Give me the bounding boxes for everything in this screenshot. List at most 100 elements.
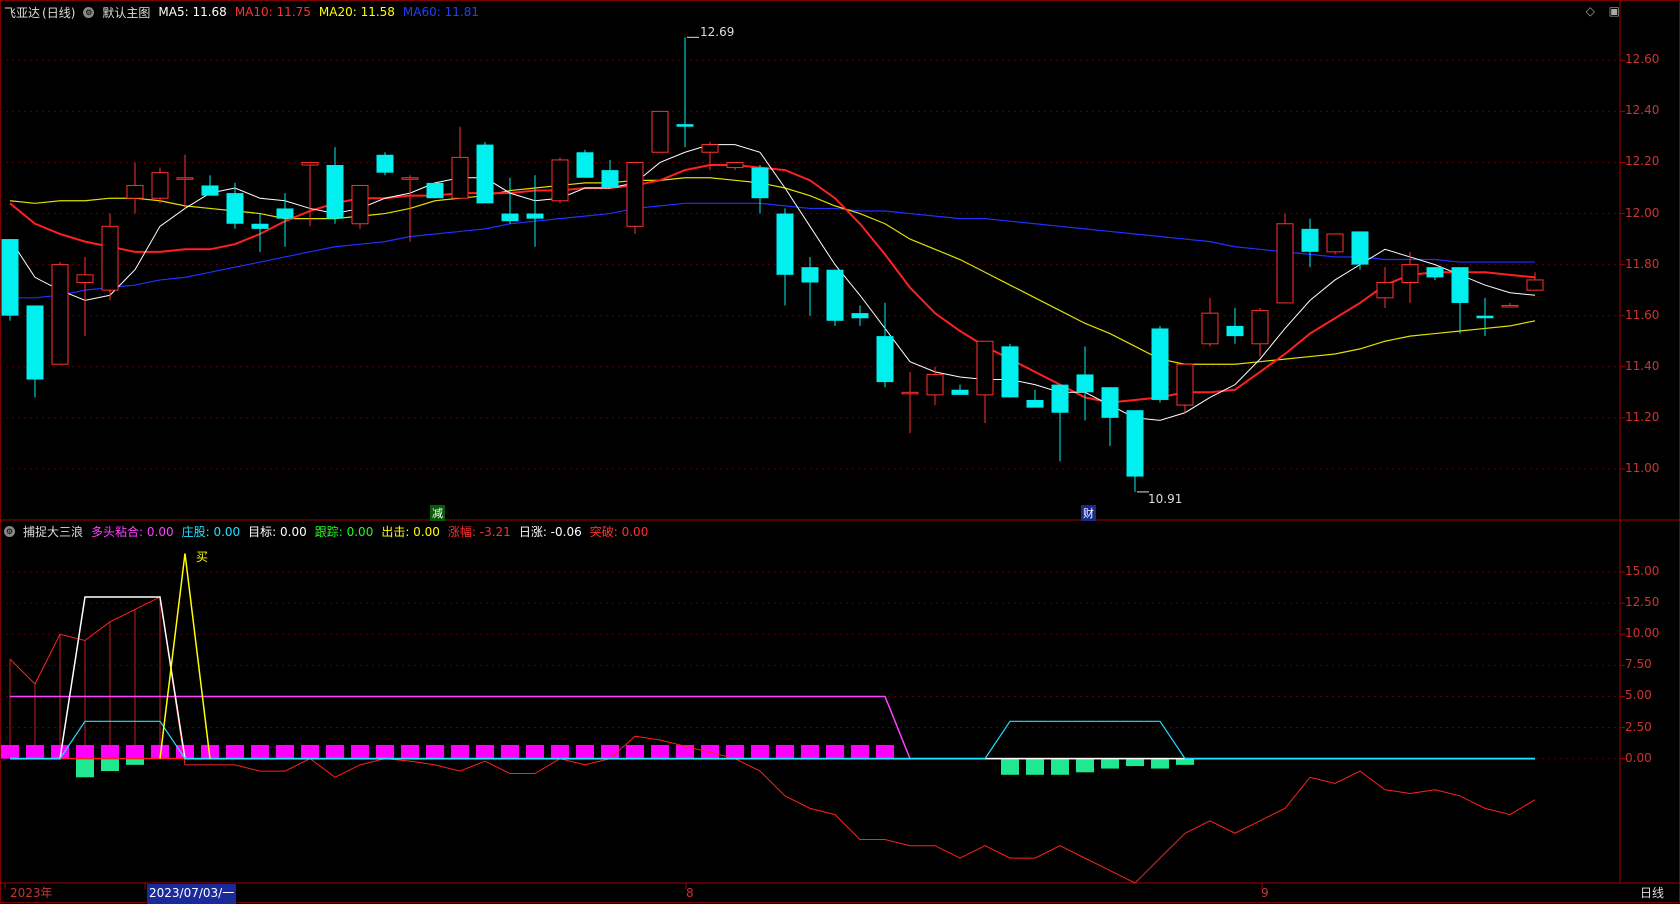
y-tick-label: 11.40 (1625, 358, 1660, 373)
sub-y-tick-label: 7.50 (1625, 657, 1652, 672)
y-tick-label: 12.20 (1625, 154, 1660, 169)
pink-bar (576, 744, 594, 759)
reduce-marker[interactable]: 减 (430, 505, 445, 521)
buy-signal-label: 买 (196, 550, 209, 564)
indicator-legend-item: 日涨: -0.06 (518, 524, 582, 539)
year-label: 2023年 (10, 886, 53, 900)
candle-body (1401, 264, 1419, 283)
candle-body (826, 269, 844, 321)
green-bar (1026, 758, 1044, 775)
candle-body (1376, 281, 1394, 299)
pink-bar (126, 744, 144, 759)
ma-legend: MA5: 11.68 MA10: 11.75 MA20: 11.58 MA60: 11… (158, 5, 487, 19)
green-bar (1126, 758, 1144, 767)
candle-body (876, 336, 894, 383)
green-bar (1001, 758, 1019, 775)
candle-body (251, 223, 269, 229)
indicator-legend-item: 目标: 0.00 (248, 524, 307, 539)
indicator-legend-item: 突破: 0.00 (589, 524, 649, 539)
pink-bar (601, 744, 619, 759)
candle-body (1351, 231, 1369, 265)
y-tick-label: 12.60 (1625, 52, 1660, 67)
month-9-label: 9 (1261, 886, 1269, 900)
pink-bar (751, 744, 769, 759)
candle-body (776, 213, 794, 275)
pink-bar (651, 744, 669, 759)
candle-body (851, 313, 869, 319)
pink-bar (351, 744, 369, 759)
panel-icon[interactable]: ▣ (1609, 4, 1620, 18)
candle-body (701, 144, 719, 153)
green-bar (1051, 758, 1069, 775)
settings-icon[interactable]: ⚙ (4, 525, 15, 537)
pink-bar (476, 744, 494, 759)
pink-bar (801, 744, 819, 759)
candle-body (1026, 399, 1044, 408)
candle-body (176, 177, 194, 180)
template-label[interactable]: 默认主图 (102, 4, 150, 21)
candle-body (1226, 325, 1244, 337)
month-8-label: 8 (686, 886, 694, 900)
candle-body (26, 305, 44, 380)
main-chart-header: 飞亚达 (日线) ⚙ 默认主图 MA5: 11.68 MA10: 11.75 MA2… (4, 2, 495, 22)
candle-body (1276, 223, 1294, 304)
candle-body (1476, 315, 1494, 319)
candle-body (1076, 374, 1094, 393)
green-bar (101, 758, 119, 772)
sub-chart-header: ⚙ 捕捉大三浪 多头粘合: 0.00 庄股: 0.00 目标: 0.00 跟踪: 0.… (4, 521, 664, 541)
candle-body (401, 177, 419, 180)
diamond-icon[interactable]: ◇ (1586, 4, 1595, 18)
candle-body (601, 170, 619, 188)
ma-legend-item: MA10: 11.75 (234, 5, 311, 19)
period-button[interactable]: 日线 (1640, 883, 1664, 903)
candle-body (76, 274, 94, 283)
candle-body (526, 213, 544, 219)
pink-bar (676, 744, 694, 759)
candle-body (201, 185, 219, 196)
pink-bar (526, 744, 544, 759)
green-bar (76, 758, 94, 778)
indicator-name[interactable]: 捕捉大三浪 (23, 523, 83, 540)
pink-bar (376, 744, 394, 759)
pink-bar (451, 744, 469, 759)
candle-body (51, 264, 69, 365)
pink-bar (276, 744, 294, 759)
chart-canvas[interactable] (0, 0, 1680, 903)
sub-y-tick-label: 15.00 (1625, 564, 1660, 579)
pink-bar (251, 744, 269, 759)
window-controls: ◇ ▣ (1576, 4, 1620, 18)
pink-bar (76, 744, 94, 759)
candle-body (426, 182, 444, 199)
pink-bar (876, 744, 894, 759)
pink-bar (226, 744, 244, 759)
indicator-legend: 多头粘合: 0.00 庄股: 0.00 目标: 0.00 跟踪: 0.00 出击: 0.… (91, 523, 656, 540)
stock-name[interactable]: 飞亚达 (4, 4, 40, 21)
candle-body (1326, 233, 1344, 253)
candle-body (276, 208, 294, 219)
sub-y-tick-label: 0.00 (1625, 750, 1652, 765)
pink-bar (776, 744, 794, 759)
finance-marker[interactable]: 财 (1081, 505, 1096, 521)
y-tick-label: 11.20 (1625, 409, 1660, 424)
candle-body (1301, 228, 1319, 252)
candle-body (1426, 267, 1444, 278)
candle-body (576, 152, 594, 178)
candle-body (376, 154, 394, 173)
green-bar (1151, 758, 1169, 769)
candle-body (1526, 279, 1544, 291)
outer-frame (0, 0, 1680, 903)
settings-icon[interactable]: ⚙ (83, 6, 95, 18)
candle-body (751, 167, 769, 199)
candle-body (651, 110, 669, 153)
candle-body (326, 165, 344, 219)
candle-body (1251, 310, 1269, 345)
red-line (9, 596, 1536, 884)
high-label: 12.69 (700, 25, 735, 39)
pink-bar (426, 744, 444, 759)
y-tick-label: 11.00 (1625, 460, 1660, 475)
candle-body (676, 124, 694, 127)
candle-body (926, 373, 944, 396)
candle-body (1001, 346, 1019, 398)
pink-bar (701, 744, 719, 759)
ma-legend-item: MA60: 11.81 (402, 5, 479, 19)
